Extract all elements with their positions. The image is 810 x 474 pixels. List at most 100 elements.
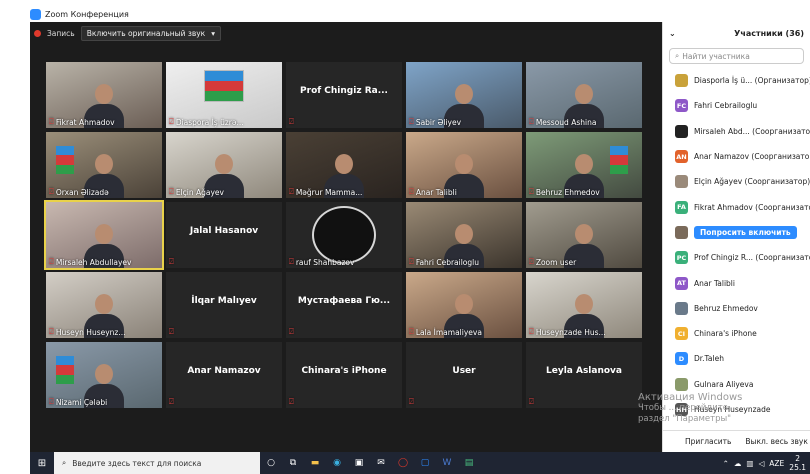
participant-name: rauf Shahbazov bbox=[295, 257, 355, 267]
participant-tile[interactable]: User ⍁ bbox=[406, 342, 522, 408]
word-app-icon[interactable]: W bbox=[436, 452, 458, 474]
participant-tile[interactable]: ⍁ Behruz Ehmedov bbox=[526, 132, 642, 198]
file-explorer-icon[interactable]: ▬ bbox=[304, 452, 326, 474]
record-dot-icon bbox=[34, 29, 41, 37]
participant-list-item[interactable]: FA Fikrat Ahmadov (Соорганизатор) bbox=[663, 194, 810, 219]
muted-mic-icon: ⍁ bbox=[409, 187, 414, 196]
original-sound-button[interactable]: Включить оригинальный звук ▾ bbox=[80, 25, 221, 41]
participant-name-label: ⍁ Orxan Əlizadə bbox=[49, 187, 109, 197]
participant-tile[interactable]: ⍁ Huseynzade Hus... bbox=[526, 272, 642, 338]
tray-chevron-up-icon[interactable]: ⌃ bbox=[723, 459, 729, 468]
participant-tile[interactable]: ⍁ Nizami Çələbi bbox=[46, 342, 162, 408]
participant-name: Jalal Hasanov bbox=[189, 226, 259, 236]
muted-mic-icon: ⍁ bbox=[529, 397, 534, 406]
participant-list-item[interactable]: Elçin Ağayev (Соорганизатор) bbox=[663, 169, 810, 194]
network-icon[interactable]: ▥ bbox=[746, 459, 753, 468]
record-label[interactable]: Запись bbox=[47, 29, 75, 38]
participants-footer: Пригласить Выкл. весь звук bbox=[663, 430, 810, 452]
taskbar-search-input[interactable]: ⌕ Введите здесь текст для поиска bbox=[54, 452, 260, 474]
participant-status: ⍁ bbox=[289, 327, 294, 337]
muted-mic-icon: ⍁ bbox=[409, 257, 414, 266]
participant-tile[interactable]: Anar Namazov ⍁ bbox=[166, 342, 282, 408]
participant-tile[interactable]: Jalal Hasanov ⍁ bbox=[166, 202, 282, 268]
participant-tile[interactable]: ⍁ Lala İmamaliyeva bbox=[406, 272, 522, 338]
participant-list-item[interactable]: CI Chinara's iPhone bbox=[663, 321, 810, 346]
participant-avatar bbox=[675, 301, 688, 315]
participant-tile[interactable]: ⍁ Fahri Cebrailoglu bbox=[406, 202, 522, 268]
invite-button[interactable]: Пригласить bbox=[685, 437, 731, 446]
participant-tile[interactable]: Leyla Aslanova ⍁ bbox=[526, 342, 642, 408]
participant-tile[interactable]: ⍁ Orxan Əlizadə bbox=[46, 132, 162, 198]
participant-tile[interactable]: ⍁ Məğrur Mamma... bbox=[286, 132, 402, 198]
participants-header: ⌄ Участники (36) bbox=[663, 22, 810, 44]
participant-list-item[interactable]: Mirsaleh Abd... (Соорганизатор) bbox=[663, 119, 810, 144]
clock[interactable]: 2 25.1 bbox=[789, 454, 806, 472]
muted-mic-icon: ⍁ bbox=[169, 187, 174, 196]
participant-tile[interactable]: ⍁ Huseyn Huseynz... bbox=[46, 272, 162, 338]
participant-tile[interactable]: İlqar Malıyev ⍁ bbox=[166, 272, 282, 338]
participant-list-name: Elçin Ağayev (Соорганизатор) bbox=[694, 177, 810, 187]
ask-to-unmute-button[interactable]: Попросить включить bbox=[694, 225, 797, 239]
participant-tile[interactable]: ⍁ Anar Talibli bbox=[406, 132, 522, 198]
participant-name-label: ⍁ Fikrat Ahmadov bbox=[49, 117, 115, 127]
participant-list-item[interactable]: Попросить включить bbox=[663, 220, 810, 245]
participants-panel: ⌄ Участники (36) ⌕ Найти участника Diasp… bbox=[662, 22, 810, 452]
windows-start-icon[interactable]: ⊞ bbox=[30, 458, 54, 469]
participant-tile[interactable]: ⍁ rauf Shahbazov bbox=[286, 202, 402, 268]
participant-list-name: Prof Chingiz R... (Соорганизатор) bbox=[694, 253, 810, 263]
window-title: Zoom Конференция bbox=[45, 9, 129, 19]
participant-name-label: ⍁ Elçin Ağayev bbox=[169, 187, 224, 197]
participant-name: Nizami Çələbi bbox=[55, 397, 108, 407]
mute-all-button[interactable]: Выкл. весь звук bbox=[745, 437, 808, 446]
participant-list-item[interactable]: AT Anar Talibli bbox=[663, 270, 810, 295]
participant-name-label: ⍁ Anar Talibli bbox=[409, 187, 457, 197]
azerbaijan-flag bbox=[610, 146, 628, 174]
zoom-app-icon[interactable]: ▢ bbox=[414, 452, 436, 474]
participant-tile[interactable]: Мустафаева Гю... ⍁ bbox=[286, 272, 402, 338]
participant-status: ⍁ bbox=[169, 257, 174, 267]
participant-tile[interactable]: ⍁ Sabir Əliyev bbox=[406, 62, 522, 128]
participant-name-label: ⍁ Messoud Ashina bbox=[529, 117, 596, 127]
participant-name: İlqar Malıyev bbox=[191, 296, 257, 306]
multitask-icon[interactable]: ⧉ bbox=[282, 452, 304, 474]
edge-browser-icon[interactable]: ◉ bbox=[326, 452, 348, 474]
store-icon[interactable]: ▣ bbox=[348, 452, 370, 474]
collapse-chevron-icon[interactable]: ⌄ bbox=[669, 29, 676, 38]
photos-app-icon[interactable]: ▤ bbox=[458, 452, 480, 474]
participant-tile[interactable]: ⍁ Fikrat Ahmadov bbox=[46, 62, 162, 128]
participant-tile[interactable]: ⍁ Messoud Ashina bbox=[526, 62, 642, 128]
volume-icon[interactable]: ◁ bbox=[759, 459, 765, 468]
muted-mic-icon: ⍁ bbox=[289, 117, 294, 126]
participant-avatar: FC bbox=[675, 99, 688, 113]
participant-avatar: D bbox=[675, 352, 688, 366]
participant-name-label: ⍁ Behruz Ehmedov bbox=[529, 187, 600, 197]
participant-list-item[interactable]: D Dr.Taleh bbox=[663, 346, 810, 371]
participant-list-item[interactable]: Behruz Ehmedov bbox=[663, 296, 810, 321]
muted-mic-icon: ⍁ bbox=[409, 397, 414, 406]
participant-avatar bbox=[675, 124, 688, 138]
participant-tile[interactable]: ⍁ Elçin Ağayev bbox=[166, 132, 282, 198]
participant-list-item[interactable]: Diasporla İş ü... (Организатор) bbox=[663, 68, 810, 93]
participant-tile[interactable]: ⍁ Mirsaleh Abdullayev bbox=[44, 200, 164, 270]
participant-avatar: AT bbox=[675, 276, 688, 290]
participant-list-item[interactable]: FC Fahri Cebrailoglu bbox=[663, 93, 810, 118]
keyboard-language[interactable]: AZE bbox=[769, 459, 784, 468]
participant-tile[interactable]: Prof Chingiz Ra... ⍁ bbox=[286, 62, 402, 128]
participant-status: ⍁ bbox=[289, 117, 294, 127]
muted-mic-icon: ⍁ bbox=[169, 397, 174, 406]
participant-name-label: ⍁ Diaspora İş üzrə... bbox=[169, 117, 244, 127]
participant-list-item[interactable]: PC Prof Chingiz R... (Соорганизатор) bbox=[663, 245, 810, 270]
participant-status: ⍁ bbox=[169, 397, 174, 407]
muted-mic-icon: ⍁ bbox=[289, 327, 294, 336]
mail-icon[interactable]: ✉ bbox=[370, 452, 392, 474]
zoom-logo-icon bbox=[30, 8, 41, 20]
task-view-icon[interactable]: ○ bbox=[260, 452, 282, 474]
participant-tile[interactable]: ⍁ Zoom user bbox=[526, 202, 642, 268]
original-sound-label: Включить оригинальный звук bbox=[86, 28, 206, 38]
opera-browser-icon[interactable]: ◯ bbox=[392, 452, 414, 474]
participant-search-input[interactable]: ⌕ Найти участника bbox=[669, 48, 804, 64]
participant-list-item[interactable]: AN Anar Namazov (Соорганизатор) bbox=[663, 144, 810, 169]
participant-tile[interactable]: Chinara's iPhone ⍁ bbox=[286, 342, 402, 408]
cloud-icon[interactable]: ☁ bbox=[734, 459, 742, 468]
participant-tile[interactable]: ⍁ Diaspora İş üzrə... bbox=[166, 62, 282, 128]
